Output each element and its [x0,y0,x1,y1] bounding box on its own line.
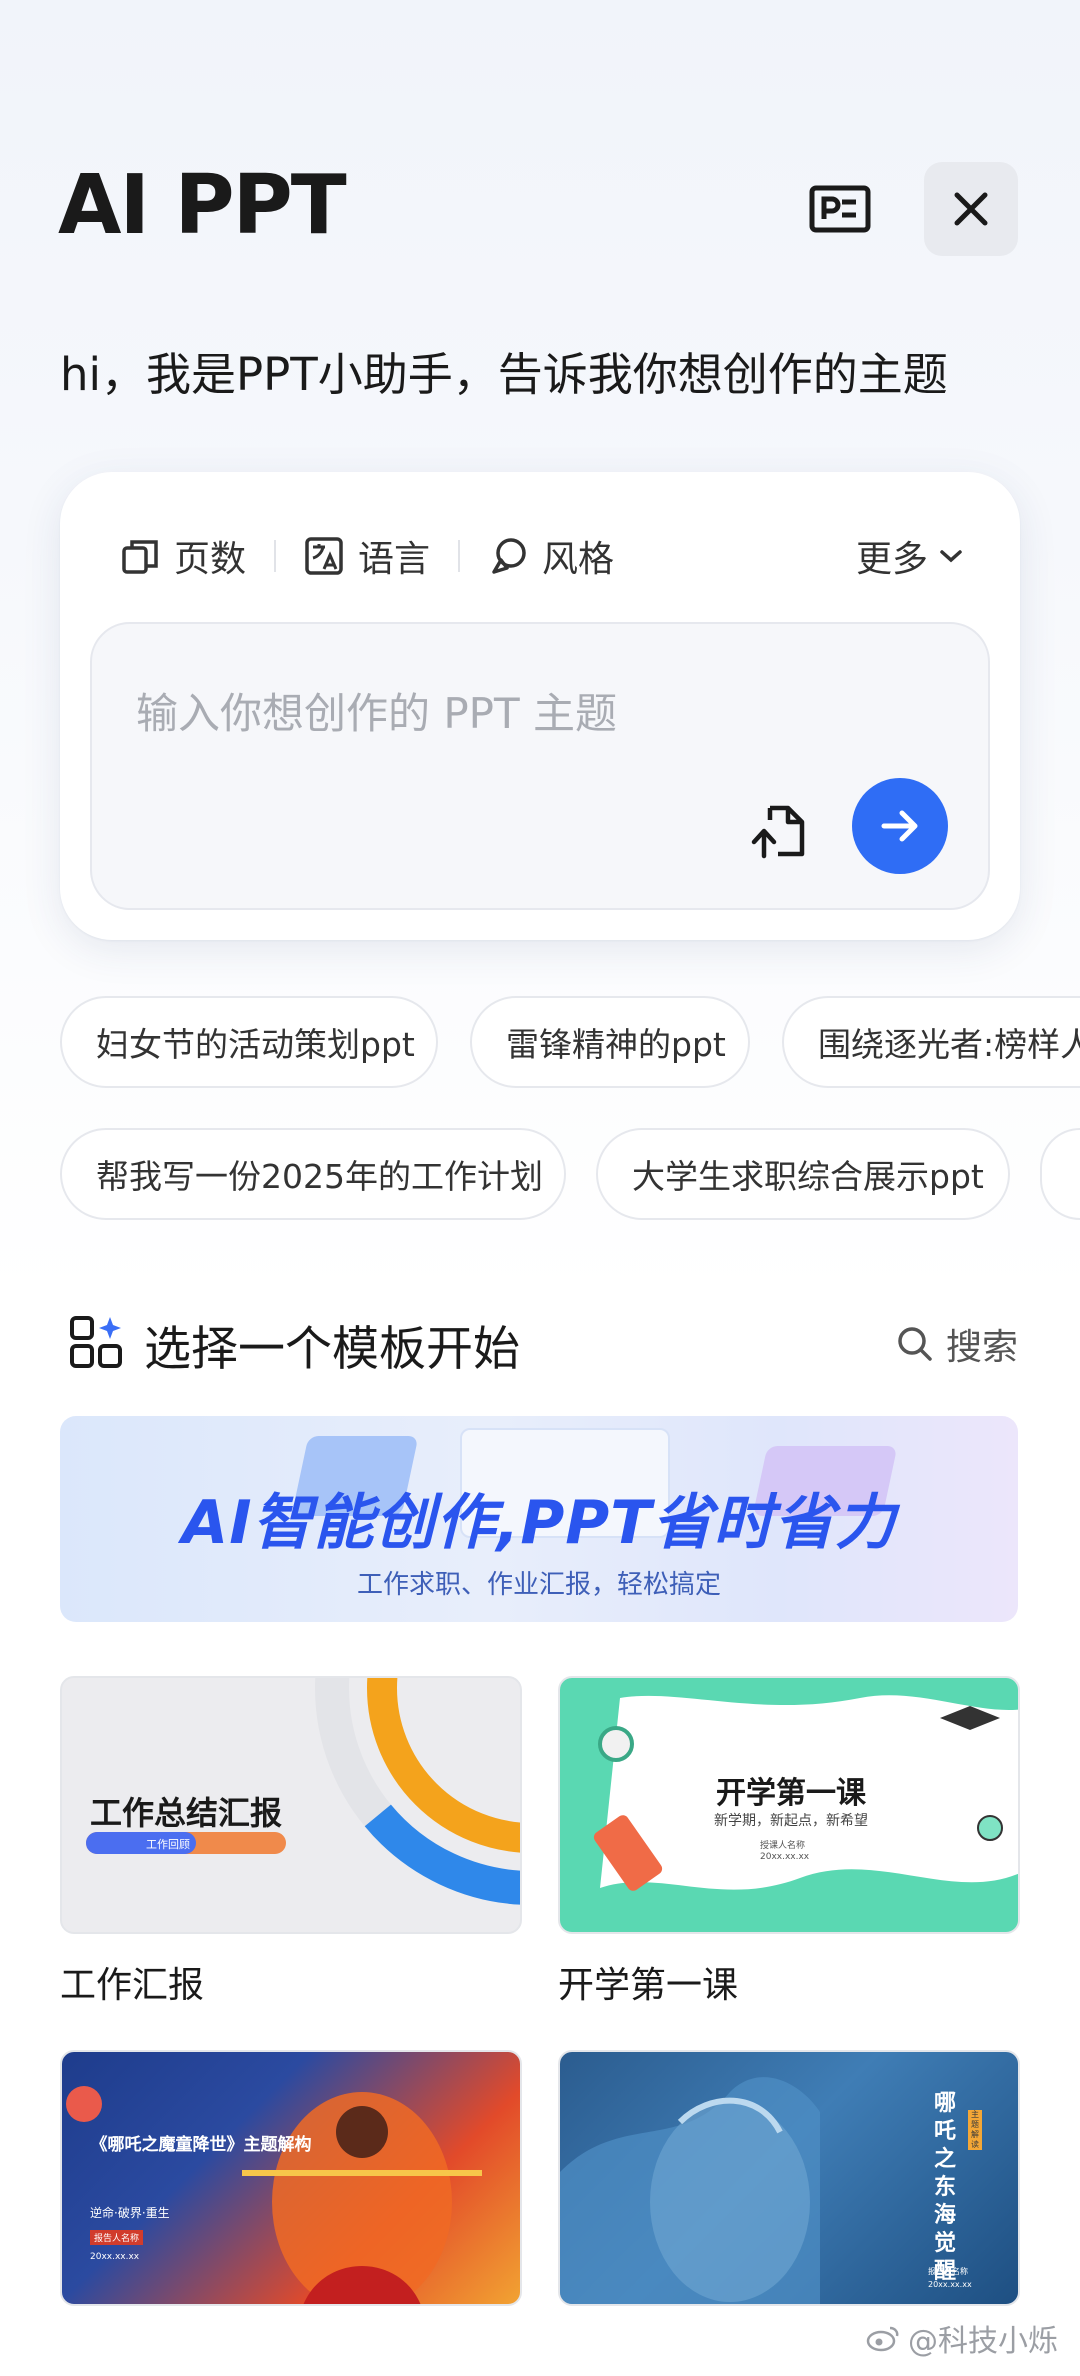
template-thumb-presenter: 报告人名称 [928,2267,968,2276]
template-section-title: 选择一个模板开始 [144,1322,520,1377]
suggestion-chip-label: 大学生求职综合展示ppt [632,1157,984,1196]
template-card-work-report[interactable]: 工作总结汇报 工作回顾 [60,1676,522,1934]
send-button[interactable] [852,778,948,874]
watermark: @科技小烁 [866,2316,1058,2360]
suggestion-chip[interactable]: 大学生求职综合展示ppt [596,1128,1010,1220]
suggestion-chip[interactable]: 围绕逐光者:榜样人物 [782,996,1080,1088]
suggestion-chip-label: 雷锋精神的ppt [506,1025,726,1064]
divider [274,540,277,572]
language-option[interactable]: 语言 [304,530,430,582]
prompt-input[interactable]: 输入你想创作的 PPT 主题 [90,622,990,910]
template-thumb-title: 哪吒之东海觉醒 [933,2091,956,2284]
template-thumb-date: 20xx.xx.xx [928,2280,972,2289]
close-icon [954,192,988,226]
page-count-label: 页数 [174,539,247,580]
template-card-nezha-awakening[interactable]: 哪吒之东海觉醒 主题解读 报告人名称 20xx.xx.xx [558,2050,1020,2306]
template-thumb-subtitle: 逆命·破界·重生 [90,2206,170,2220]
page-count-option[interactable]: 页数 [120,530,246,582]
template-thumb-presenter: 授课人名称 [760,1841,806,1851]
template-thumb-tag: 主题解读 [968,2110,982,2150]
app-title: AI PPT [58,158,347,253]
prompt-placeholder: 输入你想创作的 PPT 主题 [136,689,618,738]
suggestion-chip-label: 围绕逐光者:榜样人物 [818,1025,1080,1064]
template-thumbnail-graphic [66,2086,482,2304]
suggestion-chip-label: 妇女节的活动策划ppt [96,1025,415,1064]
banner-subtitle: 工作求职、作业汇报，轻松搞定 [356,1570,721,1600]
template-thumb-tag: 工作回顾 [146,1838,190,1851]
suggestion-chip-label: 帮我写一份2025年的工作计划 [96,1157,543,1196]
watermark-text: @科技小烁 [908,2324,1058,2359]
template-thumb-date: 20xx.xx.xx [90,2252,140,2262]
greeting-text: hi，我是PPT小助手，告诉我你想创作的主题 [60,348,948,401]
template-thumb-title: 工作总结汇报 [90,1794,283,1832]
translate-icon [305,537,343,575]
template-label: 开学第一课 [558,1965,739,2006]
template-thumb-title: 开学第一课 [716,1776,866,1811]
suggestion-chip[interactable]: 妇女节的活动策划ppt [60,996,438,1088]
page-count-icon [122,540,158,574]
template-thumb-subtitle: 新学期，新起点，新希望 [714,1813,868,1829]
template-thumb-date: 20xx.xx.xx [760,1852,810,1862]
slides-button[interactable] [793,162,887,256]
arrow-right-icon [881,810,918,842]
close-button[interactable] [924,162,1018,256]
prompt-card: 页数 语言 风格 更多 输入你想创作的 PPT 主题 [60,472,1020,940]
template-banner[interactable]: AI智能创作,PPT省时省力 工作求职、作业汇报，轻松搞定 [60,1416,1018,1622]
template-thumb-presenter: 报告人名称 [90,2230,144,2245]
style-icon [492,538,526,574]
banner-headline: AI智能创作,PPT省时省力 [181,1488,897,1558]
upload-file-button[interactable] [744,796,814,866]
style-option[interactable]: 风格 [488,530,614,582]
template-grid-icon [70,1316,122,1368]
template-thumb-title: 《哪吒之魔童降世》主题解构 [90,2135,312,2155]
suggestion-chip[interactable]: 帮我写一份2025年的工作计划 [60,1128,566,1220]
search-icon [898,1327,932,1361]
suggestion-chip[interactable]: 雷锋精神的ppt [470,996,750,1088]
search-label: 搜索 [945,1327,1018,1368]
template-card-first-lesson[interactable]: 开学第一课 新学期，新起点，新希望 授课人名称 20xx.xx.xx [558,1676,1020,1934]
slides-icon [809,185,871,233]
more-label: 更多 [855,539,928,580]
divider [458,540,461,572]
template-label: 工作汇报 [60,1965,205,2006]
template-search-button[interactable]: 搜索 [896,1318,1018,1370]
style-label: 风格 [542,539,615,580]
language-label: 语言 [358,539,431,580]
weibo-logo-icon [866,2326,899,2352]
file-upload-icon [751,805,805,859]
more-options-button[interactable]: 更多 [856,530,964,582]
template-card-nezha-analysis[interactable]: 《哪吒之魔童降世》主题解构 逆命·破界·重生 报告人名称 20xx.xx.xx [60,2050,522,2306]
chevron-down-icon [940,550,962,563]
option-row: 页数 语言 风格 [120,530,614,582]
